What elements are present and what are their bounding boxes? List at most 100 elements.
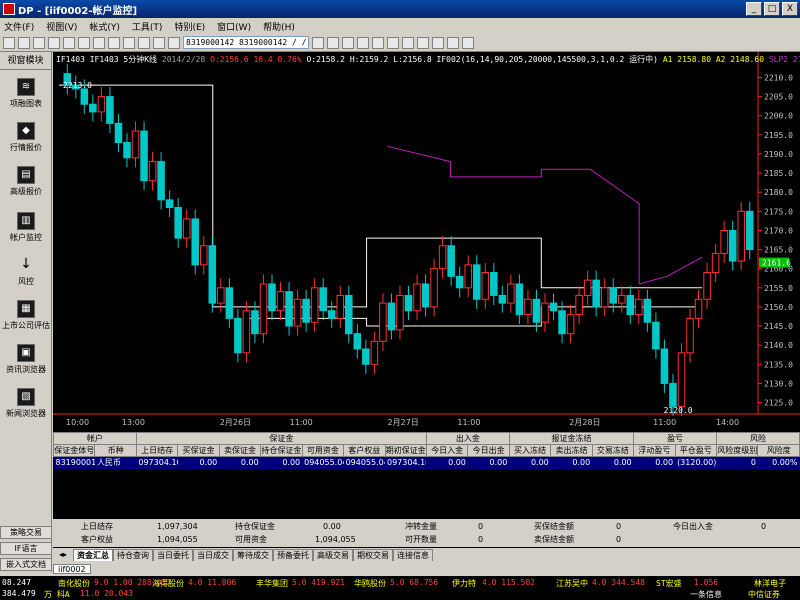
grid-column-4[interactable]: 卖保证金 xyxy=(218,444,262,457)
sidebar-item-info-browser[interactable]: ▣ 资讯浏览器 xyxy=(0,344,52,375)
ticker-item[interactable]: 林洋电子 xyxy=(754,578,786,589)
grid-column-0[interactable]: 保证金体号 xyxy=(52,444,96,457)
tab-connection-info[interactable]: 连接信息 xyxy=(393,549,434,561)
candle xyxy=(106,96,114,124)
sidebar-item-account-monitor[interactable]: ▥ 帐户监控 xyxy=(0,212,52,243)
ticker-item[interactable]: 江苏吴中 xyxy=(556,578,588,589)
quote-icon[interactable] xyxy=(123,36,135,49)
grid-column-13[interactable]: 交易冻结 xyxy=(591,444,635,457)
paste-icon[interactable] xyxy=(93,36,105,49)
low-label: 2120.0 xyxy=(664,406,693,415)
zoom-in-icon[interactable] xyxy=(327,36,340,49)
y-tick-label: 2140.0 xyxy=(764,341,793,350)
tab-fund-summary[interactable]: 资金汇总 xyxy=(73,549,114,561)
tab-options-trade[interactable]: 期权交易 xyxy=(353,549,394,561)
sidebar-item-news-browser[interactable]: ▧ 新闻浏览器 xyxy=(0,388,52,419)
indicator-icon[interactable] xyxy=(402,36,415,49)
ticker-item[interactable]: 南化股份 xyxy=(58,578,90,589)
zoom-out-icon[interactable] xyxy=(342,36,355,49)
y-tick-label: 2185.0 xyxy=(764,169,793,178)
grid-column-17[interactable]: 风险度 xyxy=(757,444,800,457)
save-icon[interactable] xyxy=(33,36,45,49)
ticker-item[interactable]: 伊力特 xyxy=(452,578,476,589)
sidebar-item-risk[interactable]: ↓ 风控 xyxy=(0,256,52,287)
menu-format[interactable]: 帐式(Y) xyxy=(89,20,120,33)
grid-column-11[interactable]: 买入冻结 xyxy=(508,444,552,457)
ticker-item[interactable]: 海得股份 xyxy=(152,578,184,589)
grid-column-14[interactable]: 浮动盈亏 xyxy=(633,444,676,457)
table-row[interactable]: 8319000142人民币097304.100.000.000.00094055… xyxy=(53,456,800,469)
grid-column-6[interactable]: 可用资金 xyxy=(301,444,345,457)
grid-column-1[interactable]: 币种 xyxy=(94,444,137,457)
menu-special[interactable]: 特别(E) xyxy=(174,20,205,33)
account-combo[interactable]: 8319000142 8319000142 / / xyxy=(183,36,310,49)
tab-today-trades[interactable]: 当日成交 xyxy=(193,549,234,561)
copy-icon[interactable] xyxy=(78,36,90,49)
candle xyxy=(157,161,165,201)
menu-file[interactable]: 文件(F) xyxy=(4,20,34,33)
grid-column-15[interactable]: 平仓盈亏 xyxy=(674,444,718,457)
bar-chart-icon[interactable] xyxy=(357,36,370,49)
menu-help[interactable]: 帮助(H) xyxy=(263,20,295,33)
ticker-item[interactable]: 万 科A xyxy=(44,589,70,600)
grid-column-7[interactable]: 客户权益 xyxy=(343,444,386,457)
sidebar-embedded-doc[interactable]: 嵌入式文档 xyxy=(0,558,52,571)
price-chart[interactable]: IF1403 IF1403 5分钟K线 2014/2/28 O:2156.6 1… xyxy=(53,52,800,432)
chart-icon[interactable] xyxy=(108,36,120,49)
grid-column-2[interactable]: 上日结存 xyxy=(135,444,179,457)
summary-label: 卖保结金额 xyxy=(534,535,574,544)
maximize-button[interactable]: □ xyxy=(764,2,780,16)
open-icon[interactable] xyxy=(18,36,30,49)
candle-icon[interactable] xyxy=(387,36,400,49)
grid-column-16[interactable]: 风险度级别 xyxy=(715,444,759,457)
candle xyxy=(618,294,626,304)
chevron-down-icon[interactable] xyxy=(312,36,325,49)
close-button[interactable]: X xyxy=(782,2,798,16)
cursor-icon[interactable] xyxy=(432,36,445,49)
grid-column-8[interactable]: 期初保证金 xyxy=(384,444,427,457)
candle xyxy=(609,287,618,304)
grid-column-9[interactable]: 今日入金 xyxy=(425,444,469,457)
menu-view[interactable]: 视图(V) xyxy=(46,20,77,33)
sidebar-strategy-trade[interactable]: 策略交易 xyxy=(0,526,52,539)
grid-column-5[interactable]: 持仓保证金 xyxy=(260,444,303,457)
sidebar-item-quotes[interactable]: ◆ 行情报价 xyxy=(0,122,52,153)
cut-icon[interactable] xyxy=(63,36,75,49)
ticker-item[interactable]: 丰华集团 xyxy=(256,578,288,589)
chart-canvas[interactable]: 2210.0 2205.0 2200.0 2195.0 2190.0 2185.0 2180… xyxy=(53,52,800,432)
settings-icon[interactable] xyxy=(462,36,475,49)
grid-column-3[interactable]: 买保证金 xyxy=(177,444,220,457)
sidebar-if-language[interactable]: IF语言 xyxy=(0,542,52,555)
y-tick-label: 2175.0 xyxy=(764,207,793,216)
ticker-item[interactable]: 中信证券 xyxy=(748,589,780,600)
tab-positions[interactable]: 持仓查询 xyxy=(113,549,154,561)
ticker-item: 4.0 115.502 xyxy=(482,578,535,587)
text-icon[interactable] xyxy=(447,36,460,49)
new-icon[interactable] xyxy=(3,36,15,49)
grid-column-10[interactable]: 今日出金 xyxy=(467,444,510,457)
summary-value: 0 xyxy=(616,535,622,544)
print-icon[interactable] xyxy=(48,36,60,49)
tab-today-orders[interactable]: 当日委托 xyxy=(153,549,194,561)
candle xyxy=(353,333,362,350)
menu-tools[interactable]: 工具(T) xyxy=(132,20,163,33)
sidebar-item-company-eval[interactable]: ▦ 上市公司评估 xyxy=(0,300,52,331)
grid-column-12[interactable]: 卖出冻结 xyxy=(550,444,593,457)
ticker-item[interactable]: ST宏盛 xyxy=(656,578,682,589)
sidebar-item-chart[interactable]: ≋ 项融图表 xyxy=(0,78,52,109)
tab-scroll-icon[interactable]: ◂▸ xyxy=(53,549,73,561)
tab-advanced-trade[interactable]: 高级交易 xyxy=(313,549,354,561)
window-icon[interactable] xyxy=(153,36,165,49)
grid-icon[interactable] xyxy=(138,36,150,49)
draw-icon[interactable] xyxy=(417,36,430,49)
line-chart-icon[interactable] xyxy=(372,36,385,49)
app-icon xyxy=(3,3,15,15)
tab-pending[interactable]: 筹待成交 xyxy=(233,549,274,561)
tab-pre-orders[interactable]: 预备委托 xyxy=(273,549,314,561)
menu-window[interactable]: 窗口(W) xyxy=(217,20,251,33)
sidebar-item-advanced-quotes[interactable]: ▤ 高级报价 xyxy=(0,166,52,197)
table-icon[interactable] xyxy=(168,36,180,49)
minimize-button[interactable]: _ xyxy=(746,2,762,16)
ticker-item[interactable]: 华鸥股份 xyxy=(354,578,386,589)
tab-account[interactable]: iif0002 xyxy=(53,564,91,574)
